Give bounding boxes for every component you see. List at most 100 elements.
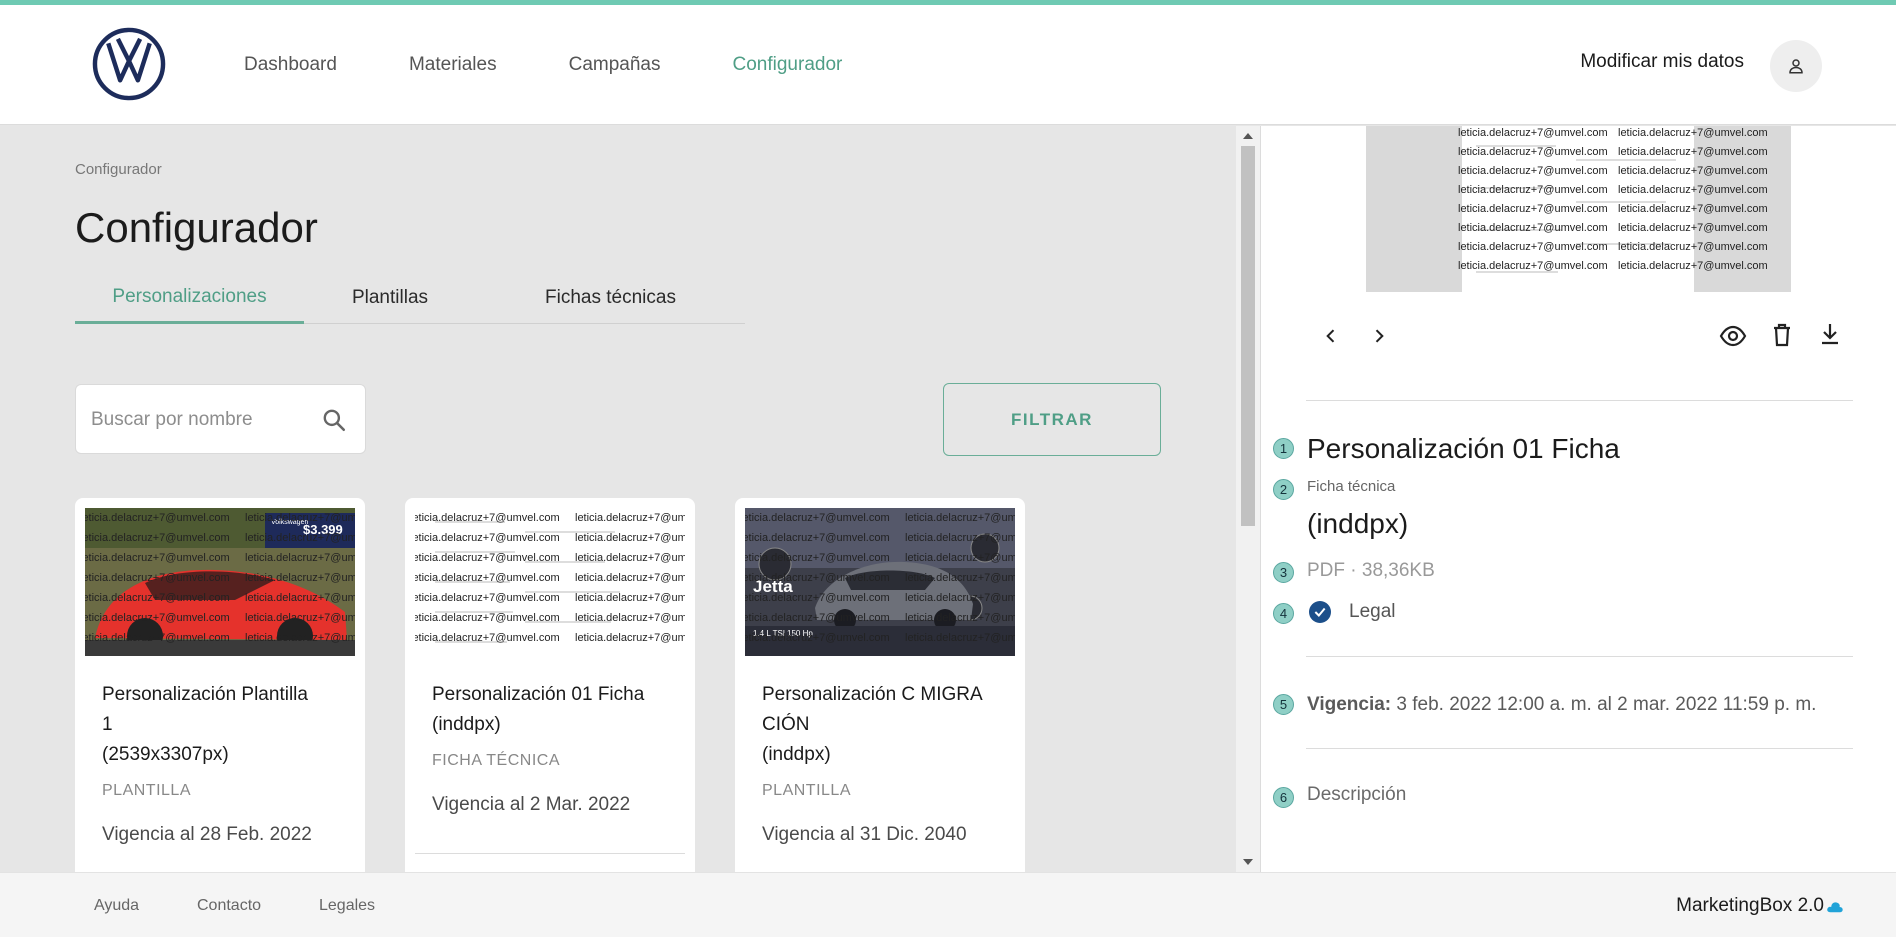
watermark-text: leticia.delacruz+7@umvel.com [415, 512, 560, 524]
detail-divider [1306, 400, 1853, 401]
watermark-text: leticia.delacruz+7@umvel.com [85, 512, 230, 524]
watermark-text: leticia.delacruz+7@umvel.com [85, 592, 230, 604]
validity-label: Vigencia: [1307, 694, 1392, 715]
user-account-button[interactable] [1770, 40, 1822, 92]
chevron-left-icon[interactable] [1321, 326, 1341, 346]
card-title-line: CIÓN [762, 714, 810, 735]
breadcrumb[interactable]: Configurador [75, 161, 162, 178]
watermark-text: leticia.delacruz+7@umvel.com [575, 572, 685, 584]
modify-data-link[interactable]: Modificar mis datos [1580, 51, 1744, 73]
watermark-text: leticia.delacruz+7@umvel.com [245, 572, 355, 584]
card-title: Personalización 01 Ficha (inddpx) [432, 680, 672, 740]
watermark-text: leticia.delacruz+7@umvel.com [245, 592, 355, 604]
card-type: PLANTILLA [762, 782, 851, 799]
search-placeholder: Buscar por nombre [91, 409, 253, 430]
eye-icon[interactable] [1719, 324, 1747, 348]
footer-link-legales[interactable]: Legales [319, 897, 375, 915]
card-personalizacion-c-migracion[interactable]: Jetta 1.4 L TSI 150 Hp leticia.delacruz+… [735, 498, 1025, 872]
nav-configurador[interactable]: Configurador [733, 54, 843, 76]
step-marker: 6 [1273, 787, 1294, 808]
detail-panel: leticia.delacruz+7@umvel.com leticia.dela… [1260, 126, 1896, 872]
search-input[interactable]: Buscar por nombre [75, 384, 366, 454]
card-title-line: Personalización 01 Ficha [432, 684, 645, 705]
card-thumbnail: $3.399 Volkswagen leticia.delacruz+7@umv… [85, 508, 355, 656]
detail-title: Personalización 01 Ficha [1307, 433, 1620, 464]
nav-dashboard[interactable]: Dashboard [244, 54, 337, 76]
watermark-text: leticia.delacruz+7@umvel.com [575, 592, 685, 604]
watermark-text: leticia.delacruz+7@umvel.com [1458, 184, 1608, 196]
card-thumbnail: leticia.delacruz+7@umvel.com leticia.dela… [415, 508, 685, 656]
main-nav: Dashboard Materiales Campañas Configurad… [244, 5, 914, 125]
footer-link-contacto[interactable]: Contacto [197, 897, 261, 915]
tabs: Personalizaciones Plantillas Fichas técn… [75, 276, 745, 324]
watermark-text: leticia.delacruz+7@umvel.com [415, 552, 560, 564]
detail-subtitle: (inddpx) [1307, 508, 1409, 539]
watermark-text: leticia.delacruz+7@umvel.com [745, 592, 890, 604]
scroll-down-arrow[interactable] [1243, 859, 1253, 865]
watermark-text: leticia.delacruz+7@umvel.com [745, 572, 890, 584]
nav-materiales[interactable]: Materiales [409, 54, 497, 76]
watermark-text: leticia.delacruz+7@umvel.com [745, 512, 890, 524]
card-validity: Vigencia al 28 Feb. 2022 [102, 824, 312, 845]
filter-button[interactable]: FILTRAR [943, 383, 1161, 456]
scroll-thumb[interactable] [1241, 146, 1255, 526]
card-personalizacion-plantilla-1[interactable]: $3.399 Volkswagen leticia.delacruz+7@umv… [75, 498, 365, 872]
watermark-text: leticia.delacruz+7@umvel.com [245, 552, 355, 564]
footer: Ayuda Contacto Legales MarketingBox 2.0 [0, 872, 1896, 937]
validity-value: 3 feb. 2022 12:00 a. m. al 2 mar. 2022 1… [1396, 694, 1817, 715]
watermark-text: leticia.delacruz+7@umvel.com [745, 532, 890, 544]
watermark-text: leticia.delacruz+7@umvel.com [245, 532, 355, 544]
main-scrollbar[interactable] [1236, 126, 1260, 872]
card-title-line: 1 [102, 714, 113, 735]
vw-logo[interactable] [92, 27, 166, 101]
watermark-text: leticia.delacruz+7@umvel.com [1618, 146, 1768, 158]
watermark-text: leticia.delacruz+7@umvel.com [905, 592, 1015, 604]
card-personalizacion-01-ficha[interactable]: leticia.delacruz+7@umvel.com leticia.dela… [405, 498, 695, 872]
footer-brand: MarketingBox 2.0 [1676, 895, 1824, 916]
footer-link-ayuda[interactable]: Ayuda [94, 897, 139, 915]
watermark-text: leticia.delacruz+7@umvel.com [415, 612, 560, 624]
tab-fichas-tecnicas[interactable]: Fichas técnicas [476, 276, 745, 324]
card-title: Personalización C MIGRA CIÓN (inddpx) [762, 680, 1002, 770]
nav-campanas[interactable]: Campañas [569, 54, 661, 76]
watermark-text: leticia.delacruz+7@umvel.com [1458, 146, 1608, 158]
step-marker: 2 [1273, 479, 1294, 500]
trash-icon[interactable] [1771, 323, 1793, 347]
watermark-text: leticia.delacruz+7@umvel.com [1618, 260, 1768, 272]
card-title-line: (2539x3307px) [102, 744, 229, 765]
watermark-text: leticia.delacruz+7@umvel.com [85, 612, 230, 624]
detail-divider [1306, 656, 1853, 657]
tab-personalizaciones[interactable]: Personalizaciones [75, 276, 304, 324]
detail-file-meta: PDF · 38,36KB [1307, 560, 1435, 581]
watermark-text: leticia.delacruz+7@umvel.com [415, 572, 560, 584]
watermark-text: leticia.delacruz+7@umvel.com [245, 512, 355, 524]
watermark-text: leticia.delacruz+7@umvel.com [85, 572, 230, 584]
watermark-text: leticia.delacruz+7@umvel.com [245, 632, 355, 644]
download-icon[interactable] [1819, 322, 1841, 346]
watermark-text: leticia.delacruz+7@umvel.com [745, 552, 890, 564]
watermark-text: leticia.delacruz+7@umvel.com [905, 532, 1015, 544]
watermark-text: leticia.delacruz+7@umvel.com [575, 632, 685, 644]
legal-label: Legal [1349, 601, 1396, 622]
watermark-text: leticia.delacruz+7@umvel.com [1618, 241, 1768, 253]
watermark-text: leticia.delacruz+7@umvel.com [245, 612, 355, 624]
watermark-text: leticia.delacruz+7@umvel.com [415, 592, 560, 604]
watermark-text: leticia.delacruz+7@umvel.com [575, 512, 685, 524]
card-validity: Vigencia al 2 Mar. 2022 [432, 794, 631, 815]
watermark-text: leticia.delacruz+7@umvel.com [905, 632, 1015, 644]
chevron-right-icon[interactable] [1369, 326, 1389, 346]
watermark-text: leticia.delacruz+7@umvel.com [85, 532, 230, 544]
watermark-text: leticia.delacruz+7@umvel.com [1618, 165, 1768, 177]
watermark-text: leticia.delacruz+7@umvel.com [415, 532, 560, 544]
scroll-up-arrow[interactable] [1243, 133, 1253, 139]
watermark-text: leticia.delacruz+7@umvel.com [905, 552, 1015, 564]
watermark-text: leticia.delacruz+7@umvel.com [575, 612, 685, 624]
search-icon[interactable] [321, 407, 347, 433]
watermark-text: leticia.delacruz+7@umvel.com [575, 552, 685, 564]
card-thumbnail: Jetta 1.4 L TSI 150 Hp leticia.delacruz+… [745, 508, 1015, 656]
watermark-text: leticia.delacruz+7@umvel.com [85, 552, 230, 564]
tab-plantillas[interactable]: Plantillas [304, 276, 476, 324]
top-header: Dashboard Materiales Campañas Configurad… [0, 5, 1896, 125]
card-title-line: (inddpx) [432, 714, 501, 735]
watermark-text: leticia.delacruz+7@umvel.com [1618, 127, 1768, 139]
